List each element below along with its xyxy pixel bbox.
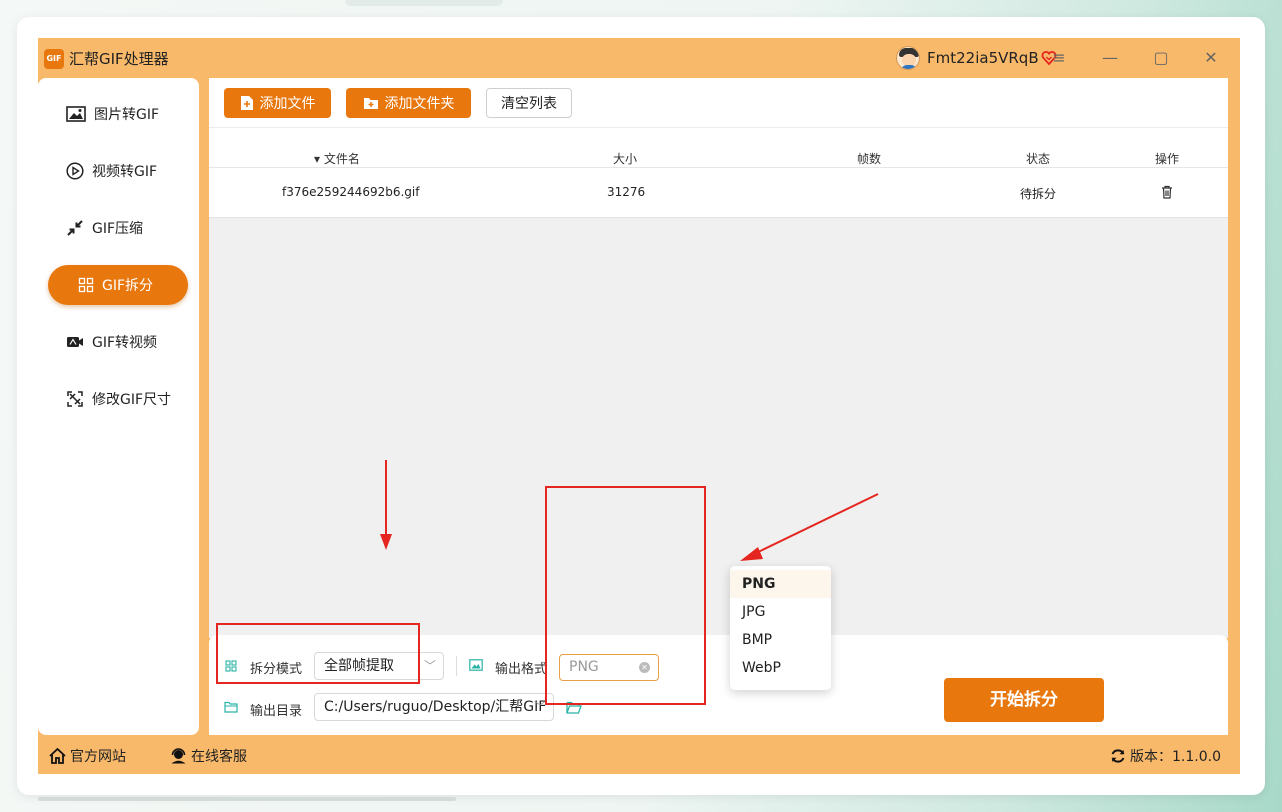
annotation-arrows: [380, 460, 879, 561]
annotation-arrowhead-down: [380, 534, 392, 550]
annotation-arrow-left: [751, 493, 879, 556]
annotation-arrowhead-left: [740, 547, 763, 561]
